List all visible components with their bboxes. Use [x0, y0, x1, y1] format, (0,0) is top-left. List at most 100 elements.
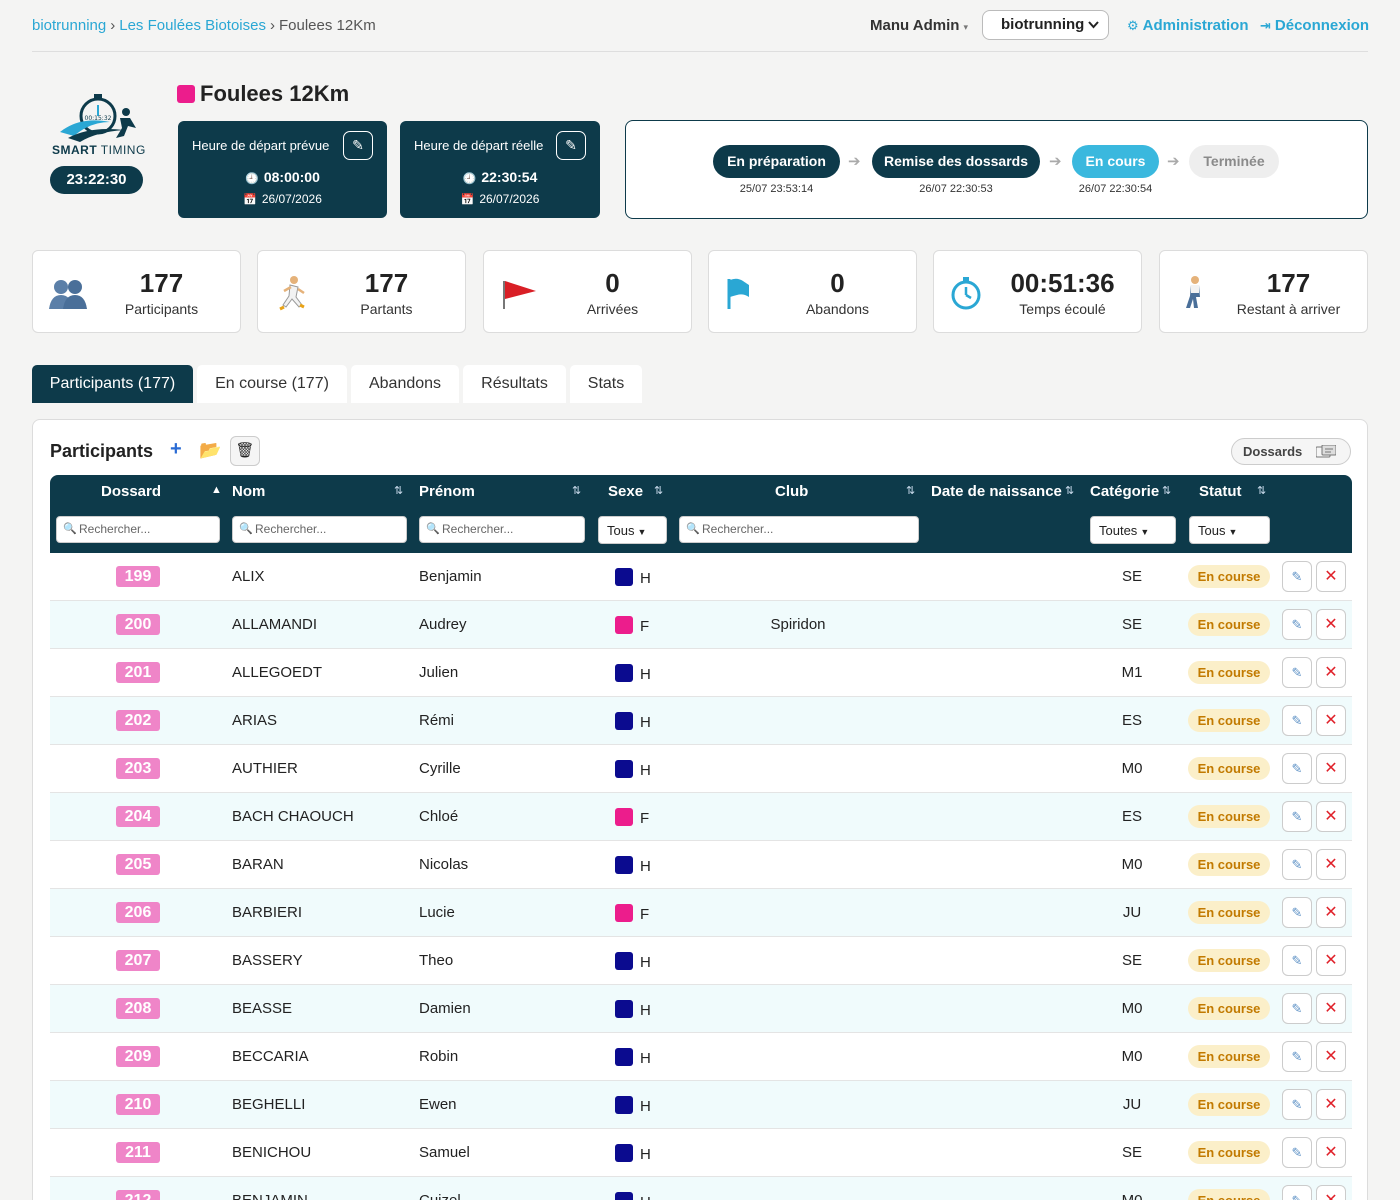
delete-participant-button[interactable]: ✕	[1316, 1041, 1346, 1072]
edit-participant-button[interactable]: ✎	[1282, 705, 1312, 736]
breadcrumb-org-link[interactable]: biotrunning	[32, 17, 106, 34]
dossards-button-label[interactable]: Dossards	[1243, 444, 1302, 459]
tab-stats[interactable]: Stats	[570, 365, 642, 403]
edit-participant-button[interactable]: ✎	[1282, 609, 1312, 640]
delete-participant-button[interactable]: ✕	[1316, 1137, 1346, 1168]
tab-abandons[interactable]: Abandons	[351, 365, 459, 403]
edit-actual-start-button[interactable]: ✎	[556, 131, 586, 160]
search-placeholder: Rechercher...	[255, 522, 327, 536]
add-participant-icon[interactable]: +	[170, 438, 182, 461]
status-step-running[interactable]: En cours	[1072, 145, 1159, 178]
delete-participant-button[interactable]: ✕	[1316, 897, 1346, 928]
sort-icon[interactable]: ⇅	[906, 484, 915, 497]
logout-link[interactable]: ⇥ Déconnexion	[1260, 17, 1369, 34]
column-header-nom[interactable]: Nom	[232, 483, 265, 500]
club-search-input[interactable]: 🔍 Rechercher...	[679, 516, 919, 543]
delete-participant-button[interactable]: ✕	[1316, 849, 1346, 880]
edit-participant-button[interactable]: ✎	[1282, 1137, 1312, 1168]
folder-icon[interactable]: 📂	[199, 440, 221, 461]
column-header-naissance[interactable]: Date de naissance	[931, 483, 1062, 500]
table-row[interactable]: 203 AUTHIER Cyrille H M0 En course ✎ ✕	[50, 745, 1352, 793]
sort-icon[interactable]: ⇅	[394, 484, 403, 497]
column-header-sexe[interactable]: Sexe	[608, 483, 643, 500]
table-row[interactable]: 200 ALLAMANDI Audrey F Spiridon SE En course ✎ ✕	[50, 601, 1352, 649]
edit-participant-button[interactable]: ✎	[1282, 897, 1312, 928]
edit-participant-button[interactable]: ✎	[1282, 849, 1312, 880]
table-row[interactable]: 201 ALLEGOEDT Julien H M1 En course ✎ ✕	[50, 649, 1352, 697]
user-menu[interactable]: Manu Admin ▾	[870, 17, 968, 34]
delete-participant-button[interactable]: ✕	[1316, 1185, 1346, 1200]
table-row[interactable]: 202 ARIAS Rémi H ES En course ✎ ✕	[50, 697, 1352, 745]
delete-participant-button[interactable]: ✕	[1316, 705, 1346, 736]
delete-participant-button[interactable]: ✕	[1316, 753, 1346, 784]
dossards-button[interactable]: Dossards	[1231, 438, 1351, 465]
table-row[interactable]: 205 BARAN Nicolas H M0 En course ✎ ✕	[50, 841, 1352, 889]
delete-participant-button[interactable]: ✕	[1316, 1089, 1346, 1120]
sort-asc-icon[interactable]: ▲	[211, 484, 222, 496]
administration-link[interactable]: ⚙ Administration	[1127, 17, 1249, 34]
organization-select[interactable]: biotrunning	[982, 10, 1109, 40]
table-row[interactable]: 212 BENJAMIN Cuizel H M0 En course ✎ ✕	[50, 1177, 1352, 1200]
planned-start-card: Heure de départ prévue ✎ 🕘 08:00:00 📅 26/0…	[178, 121, 387, 218]
column-header-prenom[interactable]: Prénom	[419, 483, 475, 500]
breadcrumb-event-link[interactable]: Les Foulées Biotoises	[119, 17, 266, 34]
participant-last-name: BACH CHAOUCH	[232, 808, 354, 825]
tab-en-course[interactable]: En course (177)	[197, 365, 347, 403]
edit-participant-button[interactable]: ✎	[1282, 993, 1312, 1024]
tab-resultats[interactable]: Résultats	[463, 365, 566, 403]
column-header-dossard[interactable]: Dossard	[101, 483, 161, 500]
table-row[interactable]: 208 BEASSE Damien H M0 En course ✎ ✕	[50, 985, 1352, 1033]
delete-participant-button[interactable]: ✕	[1316, 657, 1346, 688]
sort-icon[interactable]: ⇅	[1257, 484, 1266, 497]
column-header-club[interactable]: Club	[775, 483, 808, 500]
table-row[interactable]: 209 BECCARIA Robin H M0 En course ✎ ✕	[50, 1033, 1352, 1081]
edit-participant-button[interactable]: ✎	[1282, 657, 1312, 688]
edit-participant-button[interactable]: ✎	[1282, 561, 1312, 592]
edit-participant-button[interactable]: ✎	[1282, 1041, 1312, 1072]
sort-icon[interactable]: ⇅	[572, 484, 581, 497]
status-step-bib-distribution[interactable]: Remise des dossards	[872, 145, 1040, 178]
caret-down-icon[interactable]: ▾	[963, 22, 968, 32]
sexe-filter-value[interactable]: Tous	[607, 523, 634, 538]
table-row[interactable]: 199 ALIX Benjamin H SE En course ✎ ✕	[50, 553, 1352, 601]
categorie-filter-select[interactable]: Toutes ▼	[1090, 516, 1176, 544]
nom-search-input[interactable]: 🔍 Rechercher...	[232, 516, 407, 543]
prenom-search-input[interactable]: 🔍 Rechercher...	[419, 516, 585, 543]
delete-participant-button[interactable]: ✕	[1316, 993, 1346, 1024]
sort-icon[interactable]: ⇅	[1065, 484, 1074, 497]
edit-participant-button[interactable]: ✎	[1282, 753, 1312, 784]
table-row[interactable]: 206 BARBIERI Lucie F JU En course ✎ ✕	[50, 889, 1352, 937]
administration-link-label[interactable]: Administration	[1143, 17, 1249, 34]
organization-select-value[interactable]: biotrunning	[1001, 16, 1084, 33]
status-step-preparation[interactable]: En préparation	[713, 145, 840, 178]
edit-participant-button[interactable]: ✎	[1282, 945, 1312, 976]
sexe-filter-select[interactable]: Tous ▼	[598, 516, 667, 544]
statut-filter-value[interactable]: Tous	[1198, 523, 1225, 538]
edit-participant-button[interactable]: ✎	[1282, 1089, 1312, 1120]
status-step-finished[interactable]: Terminée	[1189, 145, 1279, 178]
edit-planned-start-button[interactable]: ✎	[343, 131, 373, 160]
user-name[interactable]: Manu Admin	[870, 17, 959, 34]
delete-participant-button[interactable]: ✕	[1316, 945, 1346, 976]
edit-participant-button[interactable]: ✎	[1282, 1185, 1312, 1200]
trash-icon[interactable]: 🗑	[230, 436, 260, 466]
delete-participant-button[interactable]: ✕	[1316, 609, 1346, 640]
table-row[interactable]: 207 BASSERY Theo H SE En course ✎ ✕	[50, 937, 1352, 985]
sort-icon[interactable]: ⇅	[1162, 484, 1171, 497]
dossard-search-input[interactable]: 🔍 Rechercher...	[56, 516, 220, 543]
statut-filter-select[interactable]: Tous ▼	[1189, 516, 1270, 544]
participant-sex: H	[615, 1192, 651, 1200]
delete-participant-button[interactable]: ✕	[1316, 561, 1346, 592]
table-row[interactable]: 210 BEGHELLI Ewen H JU En course ✎ ✕	[50, 1081, 1352, 1129]
sort-icon[interactable]: ⇅	[654, 484, 663, 497]
table-row[interactable]: 211 BENICHOU Samuel H SE En course ✎ ✕	[50, 1129, 1352, 1177]
logout-link-label[interactable]: Déconnexion	[1275, 17, 1369, 34]
column-header-statut[interactable]: Statut	[1199, 483, 1242, 500]
tab-participants[interactable]: Participants (177)	[32, 365, 193, 403]
column-header-categorie[interactable]: Catégorie	[1090, 483, 1159, 500]
edit-participant-button[interactable]: ✎	[1282, 801, 1312, 832]
categorie-filter-value[interactable]: Toutes	[1099, 523, 1137, 538]
stopwatch-icon	[951, 277, 981, 310]
table-row[interactable]: 204 BACH CHAOUCH Chloé F ES En course ✎ ✕	[50, 793, 1352, 841]
delete-participant-button[interactable]: ✕	[1316, 801, 1346, 832]
